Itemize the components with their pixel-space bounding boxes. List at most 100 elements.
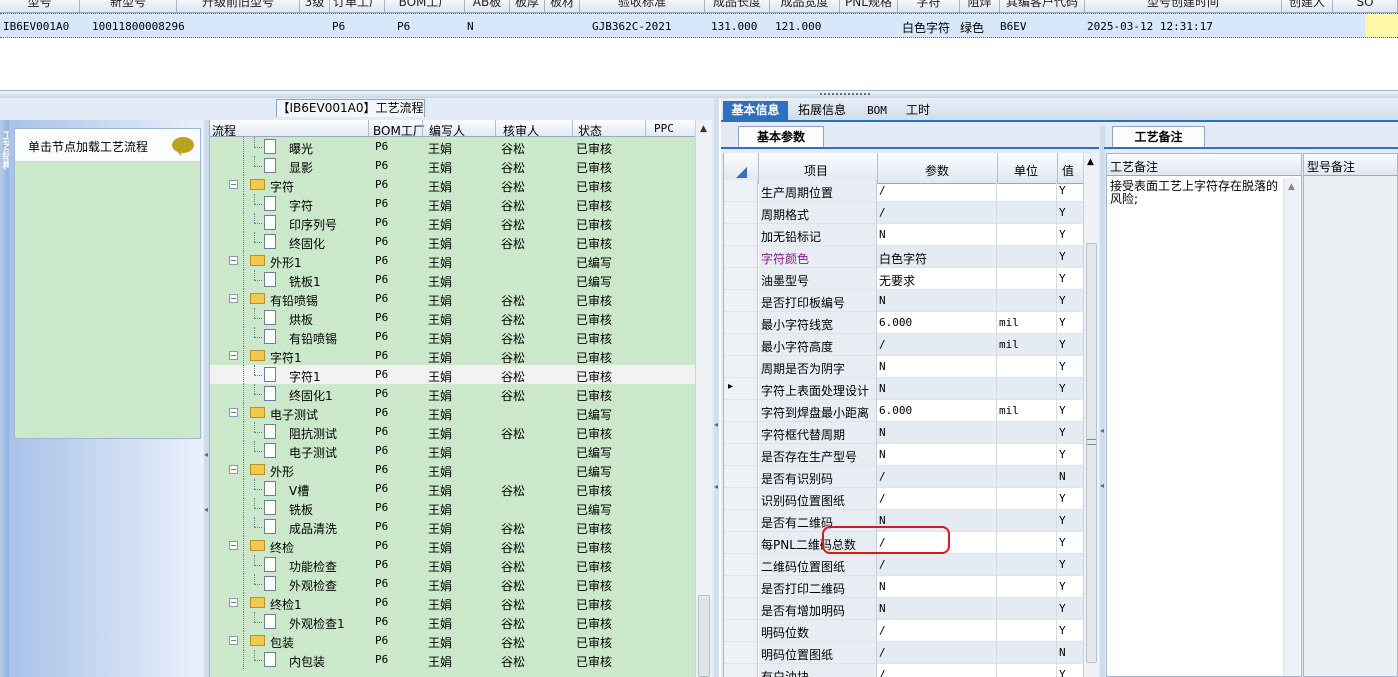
param-unit[interactable] xyxy=(997,422,1057,444)
tree-row[interactable]: − 终检1 P6 王娟 谷松 已审核 xyxy=(210,593,695,612)
param-row[interactable]: 是否打印板编号 N Y xyxy=(724,290,1085,312)
tree-row[interactable]: 成品清洗 P6 王娟 谷松 已审核 xyxy=(210,517,695,536)
param-row[interactable]: 是否有增加明码 N Y xyxy=(724,598,1085,620)
param-flag[interactable]: Y xyxy=(1057,576,1085,598)
param-flag[interactable]: N xyxy=(1057,466,1085,488)
param-unit[interactable] xyxy=(997,268,1057,290)
top-header-cell[interactable]: 型号创建时间 xyxy=(1085,0,1282,12)
param-unit[interactable] xyxy=(997,488,1057,510)
middle-vertical-splitter[interactable]: ◂ ◂ xyxy=(714,98,719,677)
tree-row[interactable]: 曝光 P6 王娟 谷松 已审核 xyxy=(210,137,695,156)
tree-row[interactable]: 铣板 P6 王娟 已编写 xyxy=(210,498,695,517)
params-grid[interactable]: 项目 参数 单位 值 生产周期位置 / Y 周期格式 / Y 加无铅标记 N Y 字符颜色 白色字符… xyxy=(723,153,1085,677)
param-value[interactable]: N xyxy=(877,356,997,378)
param-row[interactable]: 明码位置图纸 / N xyxy=(724,642,1085,664)
tree-row[interactable]: − 有铅喷锡 P6 王娟 谷松 已审核 xyxy=(210,289,695,308)
right-vertical-splitter[interactable]: ◂ ◂ xyxy=(1100,126,1105,677)
param-value[interactable]: N xyxy=(877,378,997,400)
tree-row[interactable]: 阻抗测试 P6 王娟 谷松 已审核 xyxy=(210,422,695,441)
row-indicator[interactable] xyxy=(724,180,758,202)
param-flag[interactable]: Y xyxy=(1057,180,1085,202)
param-row[interactable]: 是否存在生产型号 N Y xyxy=(724,444,1085,466)
param-row[interactable]: 明码位数 / Y xyxy=(724,620,1085,642)
param-row[interactable]: 周期是否为阴字 N Y xyxy=(724,356,1085,378)
param-row[interactable]: 字符到焊盘最小距离 6.000 mil Y xyxy=(724,400,1085,422)
model-remark-box[interactable]: 型号备注 xyxy=(1303,153,1398,677)
param-unit[interactable] xyxy=(997,554,1057,576)
row-indicator[interactable] xyxy=(724,554,758,576)
param-flag[interactable]: Y xyxy=(1057,422,1085,444)
row-indicator[interactable] xyxy=(724,488,758,510)
row-indicator[interactable] xyxy=(724,576,758,598)
top-header-cell[interactable]: 验收标准 xyxy=(580,0,705,12)
horizontal-splitter[interactable] xyxy=(0,90,1398,98)
collapse-toggle-icon[interactable]: − xyxy=(229,598,238,607)
param-value[interactable]: / xyxy=(877,642,997,664)
row-indicator[interactable] xyxy=(724,202,758,224)
row-indicator[interactable] xyxy=(724,532,758,554)
row-indicator[interactable] xyxy=(724,400,758,422)
tree-row[interactable]: 外观检查1 P6 王娟 谷松 已审核 xyxy=(210,612,695,631)
param-value[interactable]: N xyxy=(877,422,997,444)
param-unit[interactable] xyxy=(997,576,1057,598)
param-flag[interactable]: Y xyxy=(1057,554,1085,576)
param-unit[interactable] xyxy=(997,598,1057,620)
tab-bom[interactable]: BOM xyxy=(859,101,895,122)
process-flow-tab[interactable]: 【IB6EV001A0】工艺流程 xyxy=(276,99,425,117)
row-indicator[interactable] xyxy=(724,664,758,677)
param-unit[interactable] xyxy=(997,378,1057,400)
param-unit[interactable] xyxy=(997,202,1057,224)
top-header-cell[interactable]: 字符 xyxy=(898,0,960,12)
top-header-cell[interactable]: 新型号 xyxy=(80,0,177,12)
param-unit[interactable] xyxy=(997,180,1057,202)
process-remark-box[interactable]: 工艺备注 接受表面工艺上字符存在脱落的风险; ▲ xyxy=(1106,153,1302,677)
tree-row[interactable]: 终固化1 P6 王娟 谷松 已审核 xyxy=(210,384,695,403)
tab-basic-info[interactable]: 基本信息 xyxy=(723,101,788,122)
collapse-toggle-icon[interactable]: − xyxy=(229,636,238,645)
param-flag[interactable]: Y xyxy=(1057,510,1085,532)
tree-row[interactable]: 功能检查 P6 王娟 谷松 已审核 xyxy=(210,555,695,574)
param-unit[interactable] xyxy=(997,444,1057,466)
top-header-cell[interactable]: PNL规格 xyxy=(840,0,898,12)
param-flag[interactable]: Y xyxy=(1057,356,1085,378)
row-indicator[interactable] xyxy=(724,334,758,356)
tree-row[interactable]: − 包装 P6 王娟 谷松 已审核 xyxy=(210,631,695,650)
param-flag[interactable]: Y xyxy=(1057,312,1085,334)
tree-row[interactable]: 显影 P6 王娟 谷松 已审核 xyxy=(210,156,695,175)
param-flag[interactable]: Y xyxy=(1057,290,1085,312)
param-value[interactable]: / xyxy=(877,554,997,576)
param-value[interactable]: / xyxy=(877,620,997,642)
param-unit[interactable] xyxy=(997,664,1057,677)
top-header-cell[interactable]: AB板 xyxy=(465,0,510,12)
param-row[interactable]: 最小字符高度 / mil Y xyxy=(724,334,1085,356)
param-unit[interactable] xyxy=(997,620,1057,642)
param-value[interactable]: 6.000 xyxy=(877,312,997,334)
param-flag[interactable]: Y xyxy=(1057,488,1085,510)
top-header-cell[interactable]: 3级 xyxy=(300,0,330,12)
tree-row[interactable]: 电子测试 P6 王娟 已编写 xyxy=(210,441,695,460)
row-indicator[interactable] xyxy=(724,268,758,290)
row-indicator[interactable] xyxy=(724,466,758,488)
tree-row[interactable]: 字符 P6 王娟 谷松 已审核 xyxy=(210,194,695,213)
top-header-cell[interactable]: 成品长度 xyxy=(705,0,770,12)
param-flag[interactable]: Y xyxy=(1057,620,1085,642)
param-flag[interactable]: Y xyxy=(1057,532,1085,554)
param-row[interactable]: 生产周期位置 / Y xyxy=(724,180,1085,202)
top-header-cell[interactable]: 升级前旧型号 xyxy=(177,0,300,12)
param-unit[interactable]: mil xyxy=(997,400,1057,422)
tree-row[interactable]: − 电子测试 P6 王娟 已编写 xyxy=(210,403,695,422)
tree-row[interactable]: 烘板 P6 王娟 谷松 已审核 xyxy=(210,308,695,327)
tree-row[interactable]: − 字符1 P6 王娟 谷松 已审核 xyxy=(210,346,695,365)
param-row[interactable]: 是否有识别码 / N xyxy=(724,466,1085,488)
load-process-header[interactable]: 单击节点加载工艺流程 xyxy=(15,129,200,162)
param-unit[interactable] xyxy=(997,510,1057,532)
param-value[interactable]: N xyxy=(877,290,997,312)
param-flag[interactable]: Y xyxy=(1057,378,1085,400)
scroll-up-icon[interactable]: ▲ xyxy=(1087,157,1094,167)
param-value[interactable]: / xyxy=(877,466,997,488)
param-value[interactable]: 白色字符 xyxy=(877,246,997,268)
top-header-cell[interactable]: SO xyxy=(1333,0,1398,12)
param-row[interactable]: 字符上表面处理设计N Y xyxy=(724,378,1085,400)
param-row[interactable]: 二维码位置图纸 / Y xyxy=(724,554,1085,576)
top-header-cell[interactable]: BOM工厂 xyxy=(385,0,465,12)
